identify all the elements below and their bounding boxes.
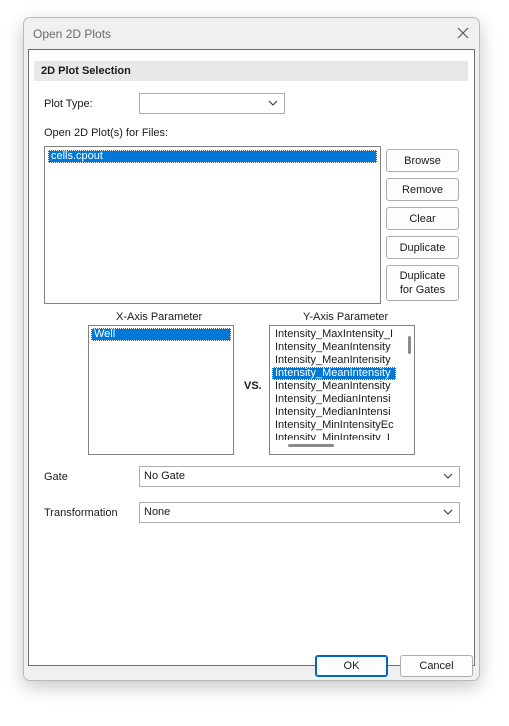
x-axis-label: X-Axis Parameter bbox=[116, 311, 203, 323]
gate-select[interactable]: No Gate bbox=[139, 466, 460, 487]
close-icon[interactable] bbox=[454, 24, 472, 42]
open-2d-plots-dialog: Open 2D Plots 2D Plot Selection Plot Typ… bbox=[23, 17, 480, 681]
transformation-select[interactable]: None bbox=[139, 502, 460, 523]
list-item[interactable]: Intensity_MaxIntensity_I bbox=[272, 328, 396, 341]
y-axis-label: Y-Axis Parameter bbox=[303, 311, 389, 323]
ok-button[interactable]: OK bbox=[315, 655, 388, 677]
title-bar: Open 2D Plots bbox=[24, 18, 479, 48]
y-axis-listbox[interactable]: Intensity_MaxIntensity_I Intensity_MeanI… bbox=[269, 325, 415, 455]
list-item[interactable]: Intensity_MeanIntensity bbox=[272, 354, 396, 367]
gate-label: Gate bbox=[44, 471, 68, 483]
chevron-down-icon bbox=[443, 509, 453, 515]
vs-label: VS. bbox=[244, 380, 262, 392]
plot-type-label: Plot Type: bbox=[44, 98, 93, 110]
remove-button[interactable]: Remove bbox=[386, 178, 459, 201]
list-item[interactable]: Intensity_MeanIntensity bbox=[272, 367, 396, 380]
list-item[interactable]: Intensity_MeanIntensity bbox=[272, 380, 396, 393]
list-item[interactable]: Intensity_MedianIntensi bbox=[272, 406, 396, 419]
y-axis-items: Intensity_MaxIntensity_I Intensity_MeanI… bbox=[272, 328, 396, 440]
gate-value: No Gate bbox=[144, 470, 185, 482]
files-label: Open 2D Plot(s) for Files: bbox=[44, 127, 169, 139]
transformation-value: None bbox=[144, 506, 171, 518]
list-item[interactable]: cells.cpout bbox=[48, 150, 377, 163]
dialog-content: 2D Plot Selection Plot Type: Open 2D Plo… bbox=[28, 49, 475, 666]
chevron-down-icon bbox=[268, 100, 278, 106]
list-item[interactable]: Well bbox=[91, 328, 231, 341]
list-item[interactable]: Intensity_MinIntensity_I bbox=[272, 432, 396, 440]
vertical-scrollbar[interactable] bbox=[408, 336, 411, 354]
horizontal-scrollbar[interactable] bbox=[288, 444, 334, 447]
chevron-down-icon bbox=[443, 473, 453, 479]
plot-type-select[interactable] bbox=[139, 93, 285, 114]
transformation-label: Transformation bbox=[44, 507, 118, 519]
files-listbox[interactable]: cells.cpout bbox=[44, 146, 381, 304]
cancel-button[interactable]: Cancel bbox=[400, 655, 473, 677]
duplicate-for-gates-button[interactable]: Duplicate for Gates bbox=[386, 265, 459, 301]
section-header: 2D Plot Selection bbox=[34, 61, 468, 81]
clear-button[interactable]: Clear bbox=[386, 207, 459, 230]
duplicate-button[interactable]: Duplicate bbox=[386, 236, 459, 259]
list-item[interactable]: Intensity_MedianIntensi bbox=[272, 393, 396, 406]
dialog-title: Open 2D Plots bbox=[33, 27, 112, 41]
browse-button[interactable]: Browse bbox=[386, 149, 459, 172]
list-item[interactable]: Intensity_MinIntensityEc bbox=[272, 419, 396, 432]
list-item[interactable]: Intensity_MeanIntensity bbox=[272, 341, 396, 354]
x-axis-listbox[interactable]: Well bbox=[88, 325, 234, 455]
